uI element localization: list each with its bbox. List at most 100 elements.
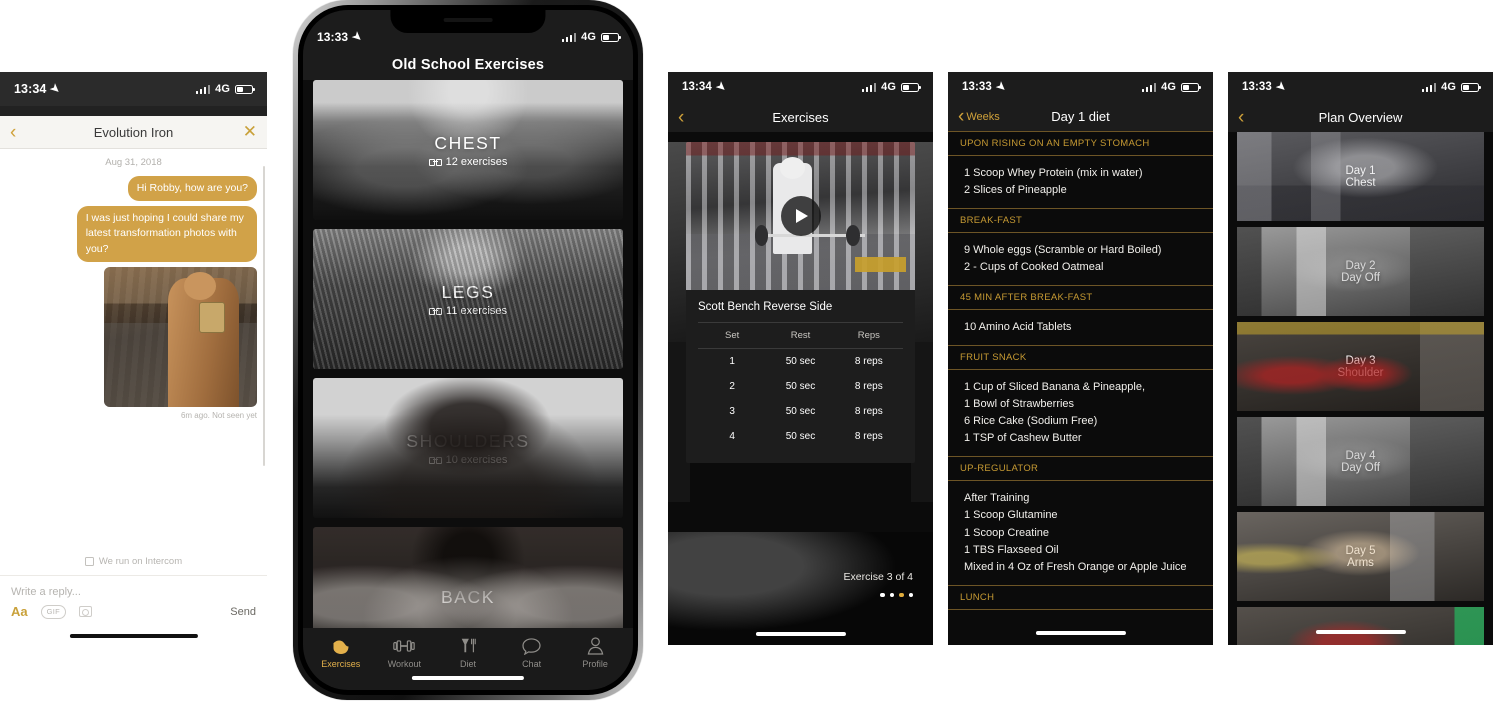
chevron-left-icon: ‹ <box>958 106 965 127</box>
signal-icon <box>861 82 877 92</box>
screenshot-stage: 13:34 ➤ 4G ‹ Evolution Iron ✕ Aug 31, 201… <box>0 0 1493 708</box>
battery-icon <box>601 32 621 42</box>
table-cell: 3 <box>729 406 735 417</box>
reply-input[interactable]: Write a reply... <box>0 576 267 604</box>
diet-item: 1 TBS Flaxseed Oil <box>964 543 1059 556</box>
exercise-category-card[interactable]: SHOULDERS 10 exercises <box>313 378 623 518</box>
tab-chat[interactable]: Chat <box>500 636 564 690</box>
location-arrow-icon: ➤ <box>349 29 365 45</box>
chevron-left-icon[interactable]: ‹ <box>1238 108 1244 127</box>
plan-day-card[interactable]: Day 3 Shoulder <box>1237 322 1484 411</box>
navbar: ‹ Weeks Day 1 diet <box>948 102 1213 132</box>
diet-item: Mixed in 4 Oz of Fresh Orange or Apple J… <box>964 560 1187 573</box>
chat-photo[interactable] <box>103 266 257 407</box>
day-focus-label: Arms <box>1347 556 1374 569</box>
exercise-category-card[interactable]: LEGS 11 exercises <box>313 229 623 369</box>
day-label: Day 3 <box>1345 354 1376 367</box>
chat-container: ‹ Evolution Iron ✕ Aug 31, 2018 Hi Robby… <box>0 116 267 645</box>
diet-item: 1 Cup of Sliced Banana & Pineapple, <box>964 381 1146 394</box>
phone-3-exercise-detail-screen: 13:34 ➤ 4G ‹ Exercises Scott Bench Revers… <box>668 72 933 645</box>
exercise-category-card[interactable]: BACK <box>313 527 623 628</box>
page-dot[interactable] <box>908 592 913 597</box>
diet-item: 1 TSP of Cashew Butter <box>964 432 1082 445</box>
diet-section-list[interactable]: UPON RISING ON AN EMPTY STOMACH 1 Scoop W… <box>948 132 1213 645</box>
tab-diet[interactable]: Diet <box>436 636 500 690</box>
table-cell: 8 reps <box>854 356 883 367</box>
day-focus-label: Day Off <box>1341 271 1380 284</box>
phone-5-plan-overview-screen: 13:33 ➤ 4G ‹ Plan Overview Day 1 Chest Day … <box>1228 72 1493 645</box>
diet-section-header: 45 MIN AFTER BREAK-FAST <box>948 286 1213 311</box>
image-icon[interactable] <box>79 606 93 617</box>
tab-workout[interactable]: Workout <box>373 636 437 690</box>
home-indicator <box>69 634 198 638</box>
status-bar: 13:34 ➤ 4G <box>0 72 267 106</box>
exercise-carousel[interactable]: Scott Bench Reverse Side Set Rest Reps 1 50 … <box>668 132 933 577</box>
status-right: 4G <box>561 31 621 43</box>
diet-section-items: 1 Cup of Sliced Banana & Pineapple, 1 Bow… <box>948 370 1213 458</box>
phone-4-diet-screen: 13:33 ➤ 4G ‹ Weeks Day 1 diet UPON RISING … <box>948 72 1213 645</box>
close-icon[interactable]: ✕ <box>243 122 257 142</box>
home-indicator <box>1315 630 1406 634</box>
exercise-category-list[interactable]: CHEST 12 exercises LEGS 11 exercises SHOULDE… <box>303 80 633 628</box>
card-overlay <box>313 229 623 369</box>
plan-day-card[interactable]: Day 5 Arms <box>1237 512 1484 601</box>
page-dots[interactable] <box>880 592 913 597</box>
plan-day-card[interactable]: Day 2 Day Off <box>1237 227 1484 316</box>
diet-section-items: 10 Amino Acid Tablets <box>948 310 1213 347</box>
diet-section-items: After Training 1 Scoop Glutamine 1 Scoop C… <box>948 481 1213 586</box>
category-name: BACK <box>440 586 496 607</box>
table-cell: 50 sec <box>785 431 816 442</box>
play-icon[interactable] <box>780 196 821 236</box>
table-cell: 50 sec <box>785 356 816 367</box>
gif-button[interactable]: GIF <box>40 604 67 619</box>
chevron-left-icon[interactable]: ‹ <box>678 108 684 127</box>
intercom-branding: We run on Intercom <box>0 550 267 576</box>
status-right: 4G <box>1141 81 1201 93</box>
diet-item: After Training <box>964 492 1030 505</box>
page-dot[interactable] <box>899 592 904 597</box>
day-label: Day 5 <box>1345 544 1376 557</box>
table-cell: 1 <box>729 356 735 367</box>
plan-day-card[interactable]: Day 4 Day Off <box>1237 417 1484 506</box>
composer-tools: Aa GIF Send <box>0 604 267 619</box>
plan-day-list[interactable]: Day 1 Chest Day 2 Day Off Day 3 Shoulder Day 4… <box>1228 132 1493 645</box>
day-label: Day 2 <box>1345 259 1376 272</box>
navbar: Old School Exercises <box>303 50 633 80</box>
diet-section-items: 9 Whole eggs (Scramble or Hard Boiled) 2 … <box>948 233 1213 287</box>
exercise-video[interactable] <box>686 142 915 290</box>
page-title: Exercises <box>772 109 829 125</box>
exercise-category-card[interactable]: CHEST 12 exercises <box>313 80 623 220</box>
tab-label: Workout <box>387 659 422 669</box>
phone-2-exercises-screen: 13:33 ➤ 4G Old School Exercises CHEST 12 e… <box>303 10 633 690</box>
diet-section-header: UPON RISING ON AN EMPTY STOMACH <box>948 132 1213 156</box>
page-dot[interactable] <box>880 592 885 597</box>
battery-icon <box>1181 82 1201 92</box>
chevron-left-icon[interactable]: ‹ <box>10 123 16 142</box>
table-cell: 8 reps <box>854 381 883 392</box>
text-format-button[interactable]: Aa <box>11 604 28 619</box>
network-label: 4G <box>581 31 596 43</box>
page-dot[interactable] <box>889 592 894 597</box>
diet-section-header: UP-REGULATOR <box>948 457 1213 482</box>
network-label: 4G <box>215 83 230 95</box>
home-indicator <box>755 632 846 636</box>
table-row: 4 50 sec 8 reps <box>698 424 903 449</box>
back-button[interactable]: ‹ Weeks <box>958 107 1000 126</box>
status-time: 13:34 ➤ <box>682 79 729 95</box>
send-button[interactable]: Send <box>230 606 256 618</box>
chat-navbar: ‹ Evolution Iron ✕ <box>0 116 267 149</box>
diet-item: 10 Amino Acid Tablets <box>964 321 1072 334</box>
tab-profile[interactable]: Profile <box>563 636 627 690</box>
network-label: 4G <box>881 81 896 93</box>
plan-day-card[interactable]: Day 1 Chest <box>1237 132 1484 221</box>
navbar: ‹ Plan Overview <box>1228 102 1493 132</box>
status-bar: 13:34 ➤ 4G <box>668 72 933 102</box>
plan-day-card[interactable] <box>1237 607 1484 645</box>
table-row: 2 50 sec 8 reps <box>698 374 903 399</box>
day-focus-label: Chest <box>1345 176 1376 189</box>
tab-exercises[interactable]: Exercises <box>309 636 373 690</box>
scrollbar[interactable] <box>263 166 265 466</box>
table-header-row: Set Rest Reps <box>698 323 903 349</box>
chat-message-list: Aug 31, 2018 Hi Robby, how are you? I wa… <box>0 149 267 550</box>
category-name: LEGS <box>441 281 495 302</box>
